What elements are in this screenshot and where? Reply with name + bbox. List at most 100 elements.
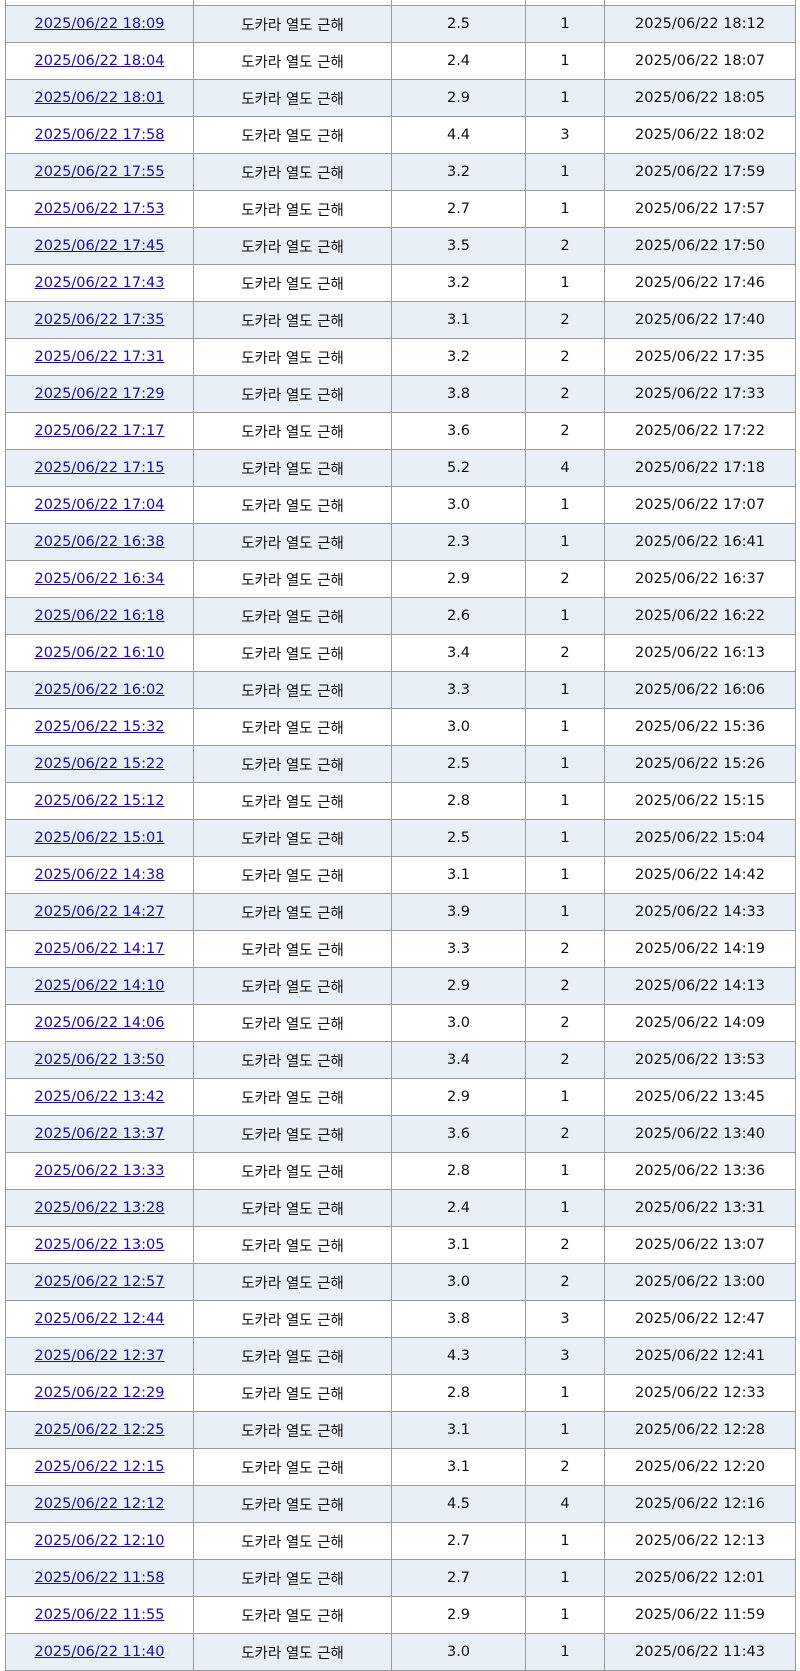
quake-detail-link[interactable]: 2025/06/22 14:38 (35, 867, 165, 883)
quake-detail-link[interactable]: 2025/06/22 13:28 (35, 1200, 165, 1216)
quake-detail-link[interactable]: 2025/06/22 17:04 (35, 497, 165, 513)
magnitude-cell: 2.9 (391, 967, 526, 1005)
quake-detail-link[interactable]: 2025/06/22 15:22 (35, 756, 165, 772)
intensity-cell: 2 (525, 375, 605, 413)
quake-detail-link[interactable]: 2025/06/22 13:42 (35, 1089, 165, 1105)
quake-detail-link[interactable]: 2025/06/22 15:32 (35, 719, 165, 735)
time-cell: 2025/06/22 12:44 (5, 1300, 194, 1338)
time-cell: 2025/06/22 17:58 (5, 116, 194, 154)
magnitude-cell: 3.0 (391, 486, 526, 524)
quake-detail-link[interactable]: 2025/06/22 17:58 (35, 127, 165, 143)
announced-time-cell: 2025/06/22 14:19 (604, 930, 796, 968)
quake-detail-link[interactable]: 2025/06/22 15:01 (35, 830, 165, 846)
intensity-cell: 2 (525, 1226, 605, 1264)
announced-time-cell: 2025/06/22 12:20 (604, 1448, 796, 1486)
magnitude-cell: 3.1 (391, 1448, 526, 1486)
intensity-cell: 1 (525, 79, 605, 117)
quake-detail-link[interactable]: 2025/06/22 12:37 (35, 1348, 165, 1364)
quake-detail-link[interactable]: 2025/06/22 16:34 (35, 571, 165, 587)
quake-detail-link[interactable]: 2025/06/22 12:15 (35, 1459, 165, 1475)
quake-detail-link[interactable]: 2025/06/22 12:10 (35, 1533, 165, 1549)
quake-detail-link[interactable]: 2025/06/22 16:38 (35, 534, 165, 550)
intensity-cell: 1 (525, 1189, 605, 1227)
quake-detail-link[interactable]: 2025/06/22 13:50 (35, 1052, 165, 1068)
time-cell: 2025/06/22 15:22 (5, 745, 194, 783)
magnitude-cell: 3.8 (391, 1300, 526, 1338)
quake-detail-link[interactable]: 2025/06/22 16:18 (35, 608, 165, 624)
table-row: 2025/06/22 11:40 도카라 열도 근해 3.0 1 2025/06/22 … (5, 1633, 796, 1671)
time-cell: 2025/06/22 12:10 (5, 1522, 194, 1560)
quake-detail-link[interactable]: 2025/06/22 11:58 (35, 1570, 165, 1586)
magnitude-cell: 3.4 (391, 634, 526, 672)
magnitude-cell: 2.9 (391, 79, 526, 117)
quake-detail-link[interactable]: 2025/06/22 13:33 (35, 1163, 165, 1179)
time-cell: 2025/06/22 17:15 (5, 449, 194, 487)
table-row: 2025/06/22 16:10 도카라 열도 근해 3.4 2 2025/06/22 … (5, 634, 796, 672)
announced-time-cell: 2025/06/22 16:13 (604, 634, 796, 672)
intensity-cell: 2 (525, 560, 605, 598)
quake-detail-link[interactable]: 2025/06/22 11:55 (35, 1607, 165, 1623)
intensity-cell: 3 (525, 1300, 605, 1338)
intensity-cell: 3 (525, 116, 605, 154)
announced-time-cell: 2025/06/22 14:33 (604, 893, 796, 931)
table-row: 2025/06/22 15:12 도카라 열도 근해 2.8 1 2025/06/22 … (5, 782, 796, 820)
quake-detail-link[interactable]: 2025/06/22 12:12 (35, 1496, 165, 1512)
intensity-cell: 1 (525, 708, 605, 746)
earthquake-table-body: 2025/06/22 18:12도카라 열도 근해2.512025/06/22 … (5, 0, 796, 1671)
table-row: 2025/06/22 14:06 도카라 열도 근해 3.0 2 2025/06/22 … (5, 1004, 796, 1042)
quake-detail-link[interactable]: 2025/06/22 17:35 (35, 312, 165, 328)
table-row: 2025/06/22 18:09 도카라 열도 근해 2.5 1 2025/06/22 … (5, 5, 796, 43)
quake-detail-link[interactable]: 2025/06/22 17:45 (35, 238, 165, 254)
quake-detail-link[interactable]: 2025/06/22 17:29 (35, 386, 165, 402)
quake-detail-link[interactable]: 2025/06/22 12:29 (35, 1385, 165, 1401)
quake-detail-link[interactable]: 2025/06/22 13:05 (35, 1237, 165, 1253)
magnitude-cell: 3.2 (391, 153, 526, 191)
time-cell: 2025/06/22 13:37 (5, 1115, 194, 1153)
quake-detail-link[interactable]: 2025/06/22 17:31 (35, 349, 165, 365)
announced-time-cell: 2025/06/22 15:26 (604, 745, 796, 783)
time-cell: 2025/06/22 13:28 (5, 1189, 194, 1227)
quake-detail-link[interactable]: 2025/06/22 18:04 (35, 53, 165, 69)
quake-detail-link[interactable]: 2025/06/22 17:43 (35, 275, 165, 291)
quake-detail-link[interactable]: 2025/06/22 17:15 (35, 460, 165, 476)
quake-detail-link[interactable]: 2025/06/22 18:09 (35, 16, 165, 32)
magnitude-cell: 2.9 (391, 1078, 526, 1116)
location-cell: 도카라 열도 근해 (193, 967, 392, 1005)
quake-detail-link[interactable]: 2025/06/22 17:17 (35, 423, 165, 439)
quake-detail-link[interactable]: 2025/06/22 16:10 (35, 645, 165, 661)
time-cell: 2025/06/22 11:58 (5, 1559, 194, 1597)
announced-time-cell: 2025/06/22 13:40 (604, 1115, 796, 1153)
location-cell: 도카라 열도 근해 (193, 1411, 392, 1449)
magnitude-cell: 3.0 (391, 1633, 526, 1671)
quake-detail-link[interactable]: 2025/06/22 16:02 (35, 682, 165, 698)
table-row: 2025/06/22 16:02 도카라 열도 근해 3.3 1 2025/06/22 … (5, 671, 796, 709)
table-row: 2025/06/22 13:37 도카라 열도 근해 3.6 2 2025/06/22 … (5, 1115, 796, 1153)
quake-detail-link[interactable]: 2025/06/22 14:06 (35, 1015, 165, 1031)
intensity-cell: 1 (525, 1559, 605, 1597)
quake-detail-link[interactable]: 2025/06/22 11:40 (35, 1644, 165, 1660)
quake-detail-link[interactable]: 2025/06/22 12:44 (35, 1311, 165, 1327)
magnitude-cell: 4.3 (391, 1337, 526, 1375)
quake-detail-link[interactable]: 2025/06/22 18:01 (35, 90, 165, 106)
time-cell: 2025/06/22 12:29 (5, 1374, 194, 1412)
quake-detail-link[interactable]: 2025/06/22 17:53 (35, 201, 165, 217)
quake-detail-link[interactable]: 2025/06/22 12:25 (35, 1422, 165, 1438)
location-cell: 도카라 열도 근해 (193, 412, 392, 450)
quake-detail-link[interactable]: 2025/06/22 12:57 (35, 1274, 165, 1290)
time-cell: 2025/06/22 16:10 (5, 634, 194, 672)
quake-detail-link[interactable]: 2025/06/22 15:12 (35, 793, 165, 809)
location-cell: 도카라 열도 근해 (193, 1337, 392, 1375)
quake-detail-link[interactable]: 2025/06/22 14:10 (35, 978, 165, 994)
magnitude-cell: 3.2 (391, 264, 526, 302)
intensity-cell: 1 (525, 819, 605, 857)
magnitude-cell: 3.0 (391, 1263, 526, 1301)
table-row: 2025/06/22 12:15 도카라 열도 근해 3.1 2 2025/06/22 … (5, 1448, 796, 1486)
time-cell: 2025/06/22 16:34 (5, 560, 194, 598)
quake-detail-link[interactable]: 2025/06/22 14:27 (35, 904, 165, 920)
magnitude-cell: 3.1 (391, 1226, 526, 1264)
quake-detail-link[interactable]: 2025/06/22 14:17 (35, 941, 165, 957)
quake-detail-link[interactable]: 2025/06/22 17:55 (35, 164, 165, 180)
magnitude-cell: 2.9 (391, 560, 526, 598)
announced-time-cell: 2025/06/22 13:36 (604, 1152, 796, 1190)
quake-detail-link[interactable]: 2025/06/22 13:37 (35, 1126, 165, 1142)
